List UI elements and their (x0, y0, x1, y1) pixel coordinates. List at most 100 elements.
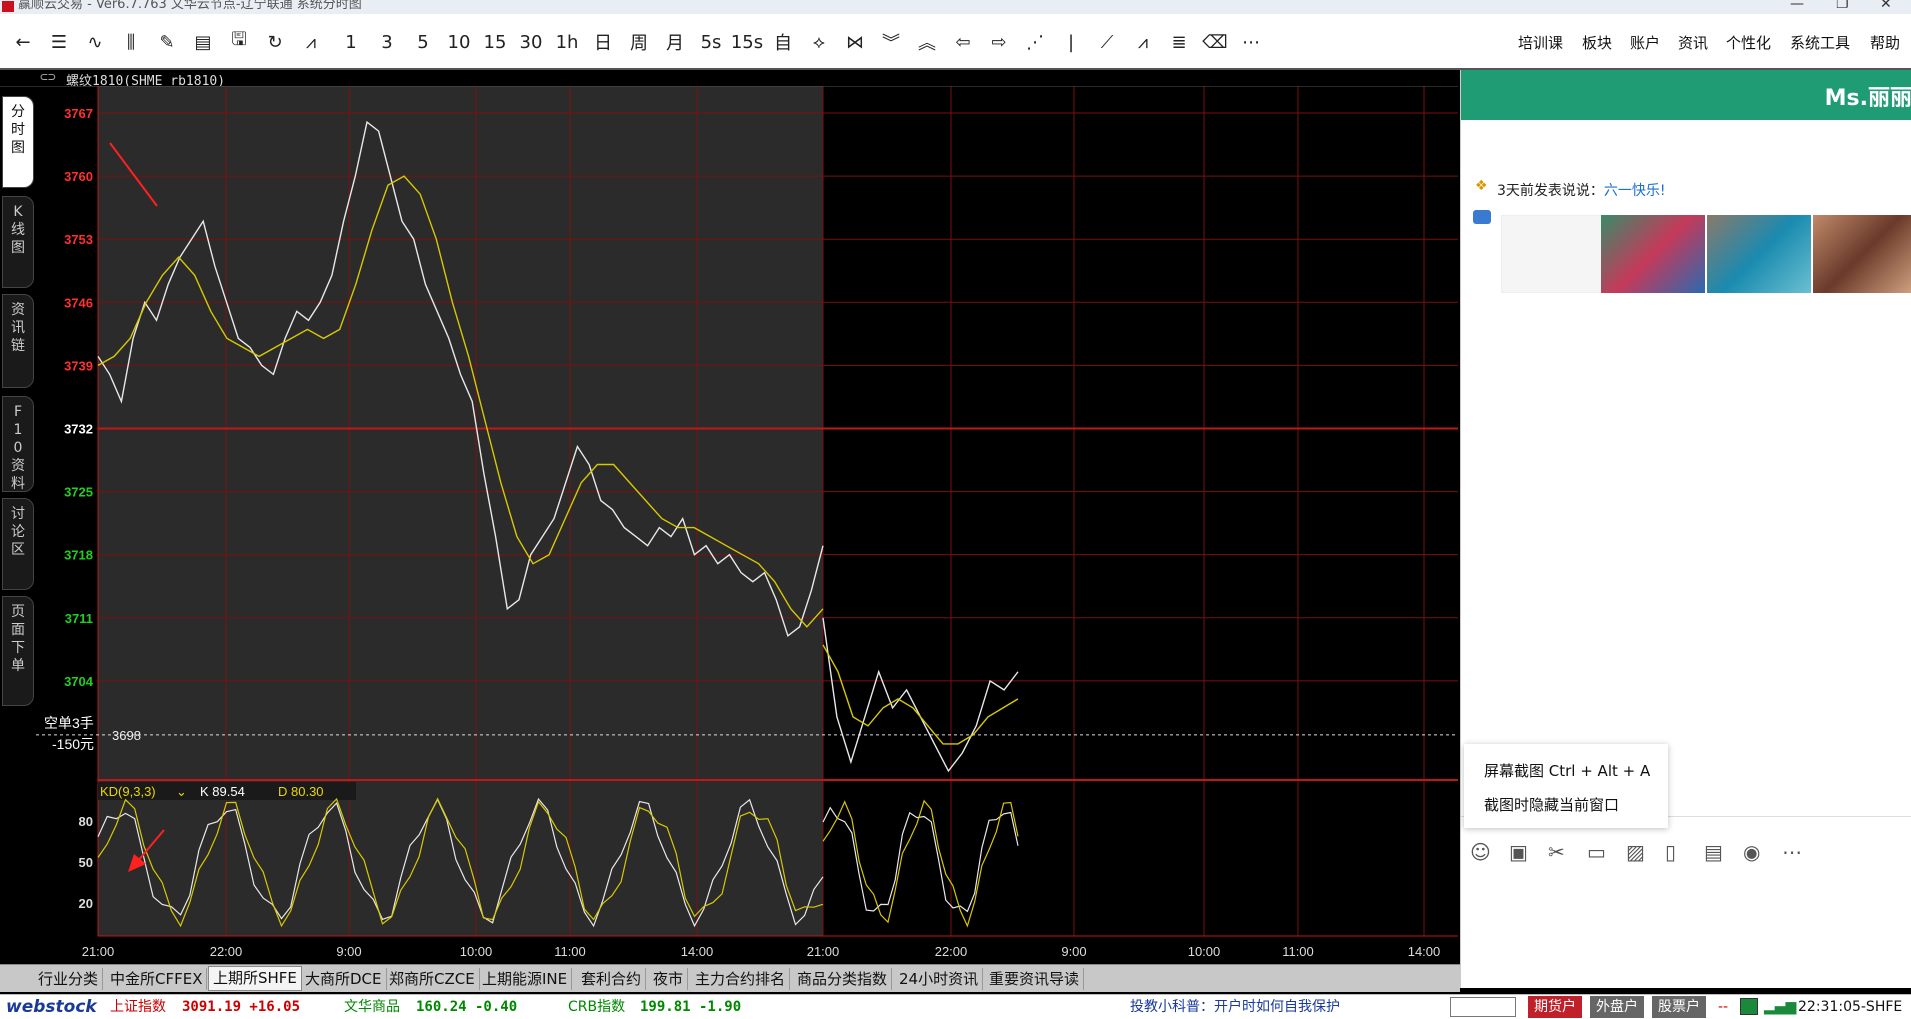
period-1-button[interactable]: 3 (372, 28, 402, 56)
exchange-tabs: 行业分类 中金所CFFEX 上期所SHFE 大商所DCE 郑商所CZCE 上期能源INE 套… (0, 964, 1460, 992)
title-bar: 赢顺云交易 - Ver6.7.763 文华云节点-辽宁联通 系统分时图 — ❐ … (0, 0, 1911, 14)
exchange-tab-9[interactable]: 商品分类指数 (793, 968, 893, 990)
window-title: 赢顺云交易 - Ver6.7.763 文华云节点-辽宁联通 系统分时图 (18, 0, 362, 12)
emoji-icon[interactable]: ☺ (1470, 840, 1491, 864)
exchange-tab-10[interactable]: 24小时资讯 (895, 968, 984, 990)
diagonal-line-icon[interactable]: ⟋ (1092, 28, 1122, 56)
exchange-tab-7[interactable]: 夜市 (649, 968, 689, 990)
price-tick-label: 3732 (64, 421, 93, 436)
clipboard-icon[interactable]: ▤ (1704, 840, 1723, 864)
collapse-h-icon[interactable]: ⋈ (840, 28, 870, 56)
exchange-tab-5[interactable]: 上期能源INE (478, 968, 573, 990)
photo-thumbnail[interactable] (1707, 215, 1811, 293)
app-logo (2, 1, 14, 12)
menu-1[interactable]: 板块 (1582, 32, 1612, 53)
foreign-account-button[interactable]: 外盘户 (1590, 996, 1644, 1018)
index1-name[interactable]: 上证指数 (110, 995, 166, 1019)
post-link[interactable]: 六一快乐! (1604, 183, 1666, 199)
stock-account-button[interactable]: 股票户 (1652, 996, 1706, 1018)
period-10-button[interactable]: 5s (696, 28, 726, 56)
minimize-icon[interactable]: — (1790, 0, 1804, 11)
period-6-button[interactable]: 1h (552, 28, 582, 56)
gif-icon[interactable]: ▣ (1509, 840, 1528, 864)
menu-6[interactable]: 帮助 (1870, 32, 1900, 53)
period-2-button[interactable]: 5 (408, 28, 438, 56)
exchange-tab-1[interactable]: 中金所CFFEX (106, 968, 208, 990)
redpacket-icon[interactable]: ◉ (1743, 840, 1760, 864)
period-9-button[interactable]: 月 (660, 28, 690, 56)
intraday-chart[interactable]: 3767 3760 3753 3746 3739 3732 3725 3718 3711 3704… (0, 86, 1460, 964)
exchange-tab-4[interactable]: 郑商所CZCE (385, 968, 480, 990)
time-tick-label: 14:00 (681, 944, 714, 959)
double-up-icon[interactable]: ︽ (912, 28, 942, 56)
photo-thumbnail[interactable] (1813, 215, 1911, 293)
period-0-button[interactable]: 1 (336, 28, 366, 56)
exchange-tab-6[interactable]: 套利合约 (577, 968, 647, 990)
back-icon[interactable]: ← (8, 28, 38, 56)
exchange-tab-2[interactable]: 上期所SHFE (208, 966, 302, 991)
edu-tip[interactable]: 投教小科普：开户时如何自我保护 (1130, 995, 1340, 1019)
vertical-line-icon[interactable]: | (1056, 28, 1086, 56)
double-down-icon[interactable]: ︾ (876, 28, 906, 56)
exchange-tab-3[interactable]: 大商所DCE (301, 968, 387, 990)
index3-name[interactable]: CRB指数 (568, 995, 625, 1019)
order-price-label: 3698 (112, 728, 141, 743)
shake-icon[interactable]: ▯ (1665, 840, 1676, 864)
clock: 22:31:05-SHFE (1798, 999, 1903, 1015)
time-tick-label: 22:00 (935, 944, 968, 959)
menu-5[interactable]: 系统工具 (1790, 32, 1850, 53)
dotted-line-icon[interactable]: ⋰ (1020, 28, 1050, 56)
menu-3[interactable]: 资讯 (1678, 32, 1708, 53)
scissors-icon[interactable]: ✂ (1548, 840, 1565, 864)
line-chart-icon[interactable]: ∿ (80, 28, 110, 56)
index2-name[interactable]: 文华商品 (344, 995, 400, 1019)
right-arrow-icon[interactable]: ⇨ (984, 28, 1014, 56)
period-8-button[interactable]: 周 (624, 28, 654, 56)
time-tick-label: 14:00 (1408, 944, 1441, 959)
menu-4[interactable]: 个性化 (1726, 32, 1771, 53)
period-4-button[interactable]: 15 (480, 28, 510, 56)
eraser-icon[interactable]: ⌫ (1200, 28, 1230, 56)
fib-icon[interactable]: ≣ (1164, 28, 1194, 56)
more-icon[interactable]: ⋯ (1782, 840, 1802, 864)
menu-0[interactable]: 培训课 (1518, 32, 1563, 53)
session1-background (98, 86, 823, 780)
photo-thumbnail[interactable] (1601, 215, 1705, 293)
post-line: 3天前发表说说：六一快乐! (1497, 180, 1666, 200)
menu-item-hide-window[interactable]: 截图时隐藏当前窗口 (1484, 794, 1619, 815)
more-icon[interactable]: ⋯ (1236, 28, 1266, 56)
menu-item-screenshot[interactable]: 屏幕截图 Ctrl + Alt + A (1484, 760, 1650, 781)
exchange-tab-8[interactable]: 主力合约排名 (691, 968, 791, 990)
period-5-button[interactable]: 30 (516, 28, 546, 56)
zigzag-icon[interactable]: ⩘ (1128, 28, 1158, 56)
code-input[interactable] (1450, 997, 1516, 1017)
price-tick-label: 3739 (64, 358, 93, 373)
futures-account-button[interactable]: 期货户 (1528, 996, 1582, 1018)
exchange-tab-0[interactable]: 行业分类 (34, 968, 104, 990)
close-icon[interactable]: ✕ (1880, 0, 1892, 11)
period-11-button[interactable]: 15s (731, 28, 763, 56)
candlestick-icon[interactable]: ⫼ (116, 28, 146, 56)
period-7-button[interactable]: 日 (588, 28, 618, 56)
period-12-button[interactable]: 自 (768, 28, 798, 56)
restore-icon[interactable]: ❐ (1836, 0, 1849, 11)
menu-2[interactable]: 账户 (1630, 32, 1660, 53)
image-icon[interactable]: ▨ (1626, 840, 1645, 864)
report-icon[interactable]: ▤ (188, 28, 218, 56)
kd-d-line-session2 (822, 799, 1019, 928)
left-arrow-icon[interactable]: ⇦ (948, 28, 978, 56)
list-icon[interactable]: ☰ (44, 28, 74, 56)
draw-icon[interactable]: ✎ (152, 28, 182, 56)
trend-icon[interactable]: ⩘ (296, 28, 326, 56)
photo-thumbnail[interactable] (1501, 215, 1605, 293)
folder-icon[interactable]: ▭ (1587, 840, 1606, 864)
exchange-tab-11[interactable]: 重要资讯导读 (985, 968, 1085, 990)
kd-label[interactable]: KD(9,3,3) (100, 784, 156, 799)
refresh-icon[interactable]: ↻ (260, 28, 290, 56)
expand-h-icon[interactable]: ⟡ (804, 28, 834, 56)
save-icon[interactable]: 🖫 (224, 28, 254, 56)
kd-dropdown-icon[interactable]: ⌄ (176, 784, 187, 799)
time-tick-label: 22:00 (210, 944, 243, 959)
kd-tick-label: 20 (79, 896, 93, 911)
period-3-button[interactable]: 10 (444, 28, 474, 56)
